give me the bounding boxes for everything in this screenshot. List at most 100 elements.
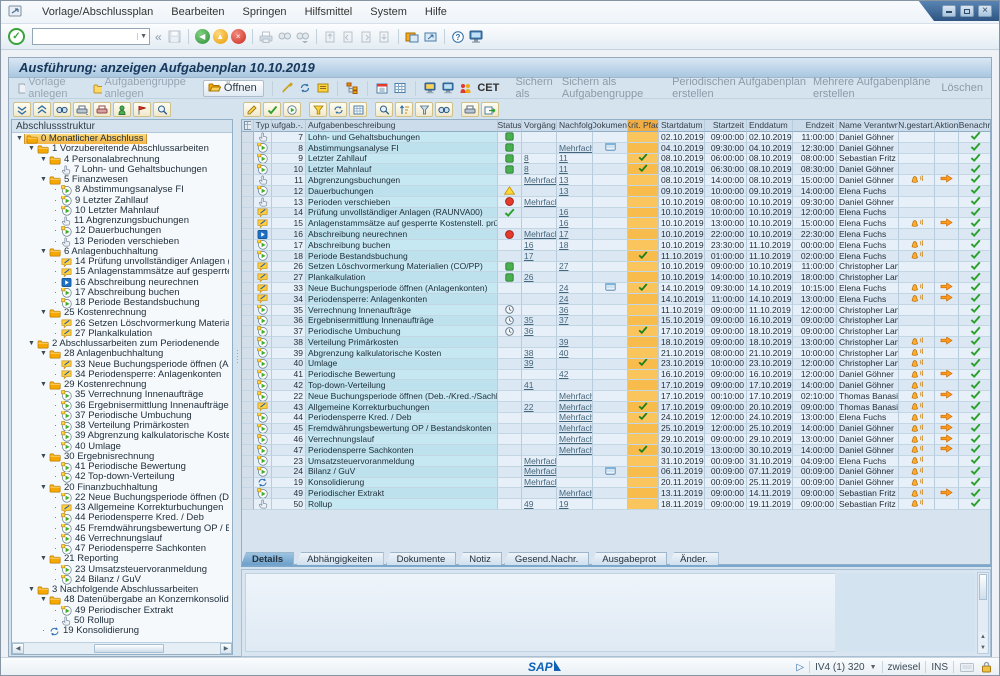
- prev-page-icon[interactable]: [341, 29, 356, 44]
- row-selector[interactable]: [242, 380, 254, 391]
- delete-button[interactable]: Löschen: [941, 82, 983, 94]
- successor-link[interactable]: 36: [559, 305, 568, 315]
- grid-setfilter-icon[interactable]: [415, 102, 433, 117]
- tree-task-item[interactable]: ·26 Setzen Löschvormerkung Materialien (…: [12, 319, 232, 329]
- table-row[interactable]: 26Setzen Löschvormerkung Materialien (CO…: [242, 262, 990, 273]
- table-row[interactable]: 45Fremdwährungsbewertung OP / Bestandsko…: [242, 424, 990, 435]
- task-description[interactable]: Perioden verschieben: [306, 197, 498, 208]
- create-multiple-plans-button[interactable]: Mehrere Aufgabenpläne erstellen: [813, 76, 936, 100]
- tree-task-item[interactable]: ·13 Perioden verschieben: [12, 237, 232, 247]
- grid-edit-icon[interactable]: [243, 102, 261, 117]
- row-selector[interactable]: [242, 402, 254, 413]
- row-selector[interactable]: [242, 478, 254, 489]
- tree-folder-item[interactable]: ▼48 Datenübergabe an Konzernkonsolidieru…: [12, 595, 232, 605]
- predecessor-link[interactable]: Mehrfach: [524, 197, 557, 207]
- task-description[interactable]: Allgemeine Korrekturbuchungen: [306, 402, 498, 413]
- successor-link[interactable]: 11: [559, 154, 568, 164]
- refresh-icon[interactable]: [298, 81, 311, 96]
- predecessor-link[interactable]: 38: [524, 348, 533, 358]
- action-arrow-icon[interactable]: [940, 445, 953, 456]
- predecessor-link[interactable]: Mehrfach: [524, 229, 557, 239]
- task-description[interactable]: Letzter Mahnlauf: [306, 164, 498, 175]
- calendar-icon[interactable]: [376, 81, 389, 96]
- task-description[interactable]: Abschreibung neurechnen: [306, 229, 498, 240]
- tree-task-item[interactable]: ·37 Periodische Umbuchung: [12, 411, 232, 421]
- tree-task-item[interactable]: ·27 Plankalkulation: [12, 329, 232, 339]
- tree-task-item[interactable]: ·12 Dauerbuchungen: [12, 226, 232, 236]
- row-selector[interactable]: [242, 186, 254, 197]
- row-selector[interactable]: [242, 132, 254, 143]
- menu-vorlage[interactable]: Vorlage/Abschlussplan: [33, 3, 162, 21]
- tree-folder-item[interactable]: ▼21 Reporting: [12, 554, 232, 564]
- column-header[interactable]: Startzeit: [705, 120, 747, 132]
- table-row[interactable]: 22Neue Buchungsperiode öffnen (Deb.-/Kre…: [242, 391, 990, 402]
- expander-icon[interactable]: ▼: [39, 554, 48, 564]
- column-header[interactable]: N.gestart.: [899, 120, 935, 132]
- row-selector[interactable]: [242, 240, 254, 251]
- action-arrow-icon[interactable]: [940, 294, 953, 305]
- table-row[interactable]: 49Periodischer ExtraktMehrfach13.11.2019…: [242, 488, 990, 499]
- table-row[interactable]: 9Letzter Zahllauf81108.10.201906:00:0008…: [242, 154, 990, 165]
- task-description[interactable]: Abgrenzung kalkulatorische Kosten: [306, 348, 498, 359]
- document-icon[interactable]: [605, 143, 616, 154]
- row-selector[interactable]: [242, 143, 254, 154]
- save-as-button[interactable]: Sichern als: [515, 76, 556, 100]
- tree-folder-item[interactable]: ▼3 Nachfolgende Abschlussarbeiten: [12, 585, 232, 595]
- task-description[interactable]: Dauerbuchungen: [306, 186, 498, 197]
- table-row[interactable]: 18Periode Bestandsbuchung1711.10.201901:…: [242, 251, 990, 262]
- back-icon[interactable]: ◀: [195, 29, 210, 44]
- task-description[interactable]: Abschreibung buchen: [306, 240, 498, 251]
- task-description[interactable]: Neue Buchungsperiode öffnen (Deb.-/Kred.…: [306, 391, 498, 402]
- tree-find-icon[interactable]: [53, 102, 71, 117]
- tree-folder-item[interactable]: ▼25 Kostenrechnung: [12, 308, 232, 318]
- enter-button[interactable]: ✓: [8, 28, 25, 45]
- action-arrow-icon[interactable]: [940, 413, 953, 424]
- shortcut-icon[interactable]: [423, 29, 438, 44]
- expander-icon[interactable]: ▼: [39, 155, 48, 165]
- grid-export-icon[interactable]: [481, 102, 499, 117]
- column-header[interactable]: Vorgänger: [522, 120, 557, 132]
- tree-folder-item[interactable]: ▼1 Vorzubereitende Abschlussarbeiten: [12, 144, 232, 154]
- row-selector[interactable]: [242, 262, 254, 273]
- first-page-icon[interactable]: [323, 29, 338, 44]
- successor-link[interactable]: 19: [559, 499, 568, 509]
- scroll-thumb[interactable]: [94, 644, 164, 653]
- menu-springen[interactable]: Springen: [234, 3, 296, 21]
- task-description[interactable]: Fremdwährungsbewertung OP / Bestandskont…: [306, 424, 498, 435]
- grid-filter-icon[interactable]: [309, 102, 327, 117]
- row-selector[interactable]: [242, 445, 254, 456]
- tree-folder-item[interactable]: ▼20 Finanzbuchhaltung: [12, 483, 232, 493]
- action-arrow-icon[interactable]: [940, 424, 953, 435]
- task-description[interactable]: Verrechnung Innenaufträge: [306, 305, 498, 316]
- monitor2-icon[interactable]: [441, 81, 454, 96]
- predecessor-link[interactable]: 26: [524, 272, 533, 282]
- task-description[interactable]: Abstimmungsanalyse FI: [306, 143, 498, 154]
- column-header[interactable]: Aufgabenbeschreibung: [306, 120, 498, 132]
- task-description[interactable]: Umlage: [306, 359, 498, 370]
- tree-task-item[interactable]: ·36 Ergebnisermittlung Innenaufträge: [12, 401, 232, 411]
- expander-icon[interactable]: ▼: [39, 247, 48, 257]
- table-row[interactable]: 47Periodensperre SachkontenMehrfach30.10…: [242, 445, 990, 456]
- tree-task-item[interactable]: ·44 Periodensperre Kred. / Deb: [12, 513, 232, 523]
- row-selector[interactable]: [242, 154, 254, 165]
- save-as-taskgroup-button[interactable]: Sichern als Aufgabengruppe: [562, 76, 667, 100]
- timezone-people-icon[interactable]: [459, 81, 472, 96]
- row-selector[interactable]: [242, 326, 254, 337]
- grid-sort-icon[interactable]: [395, 102, 413, 117]
- note-icon[interactable]: [316, 81, 329, 96]
- column-header[interactable]: Aufgab.-.: [272, 120, 306, 132]
- table-row[interactable]: 43Allgemeine Korrekturbuchungen22Mehrfac…: [242, 402, 990, 413]
- task-description[interactable]: Top-down-Verteilung: [306, 380, 498, 391]
- table-row[interactable]: 38Verteilung Primärkosten3918.10.201909:…: [242, 337, 990, 348]
- tab-dokumente[interactable]: Dokumente: [386, 552, 457, 565]
- tree-folder-item[interactable]: ▼5 Finanzwesen: [12, 175, 232, 185]
- successor-link[interactable]: Mehrfach: [559, 143, 593, 153]
- predecessor-link[interactable]: 35: [524, 316, 533, 326]
- successor-link[interactable]: 27: [559, 262, 568, 272]
- predecessor-link[interactable]: Mehrfach: [524, 478, 557, 488]
- table-row[interactable]: 50Rollup491918.11.201909:00:0019.11.2019…: [242, 499, 990, 510]
- detail-scroll-down-icon[interactable]: ▼: [979, 643, 987, 653]
- tree-task-item[interactable]: ·11 Abgrenzungsbuchungen: [12, 216, 232, 226]
- expand-all-icon[interactable]: [33, 102, 51, 117]
- task-description[interactable]: Verteilung Primärkosten: [306, 337, 498, 348]
